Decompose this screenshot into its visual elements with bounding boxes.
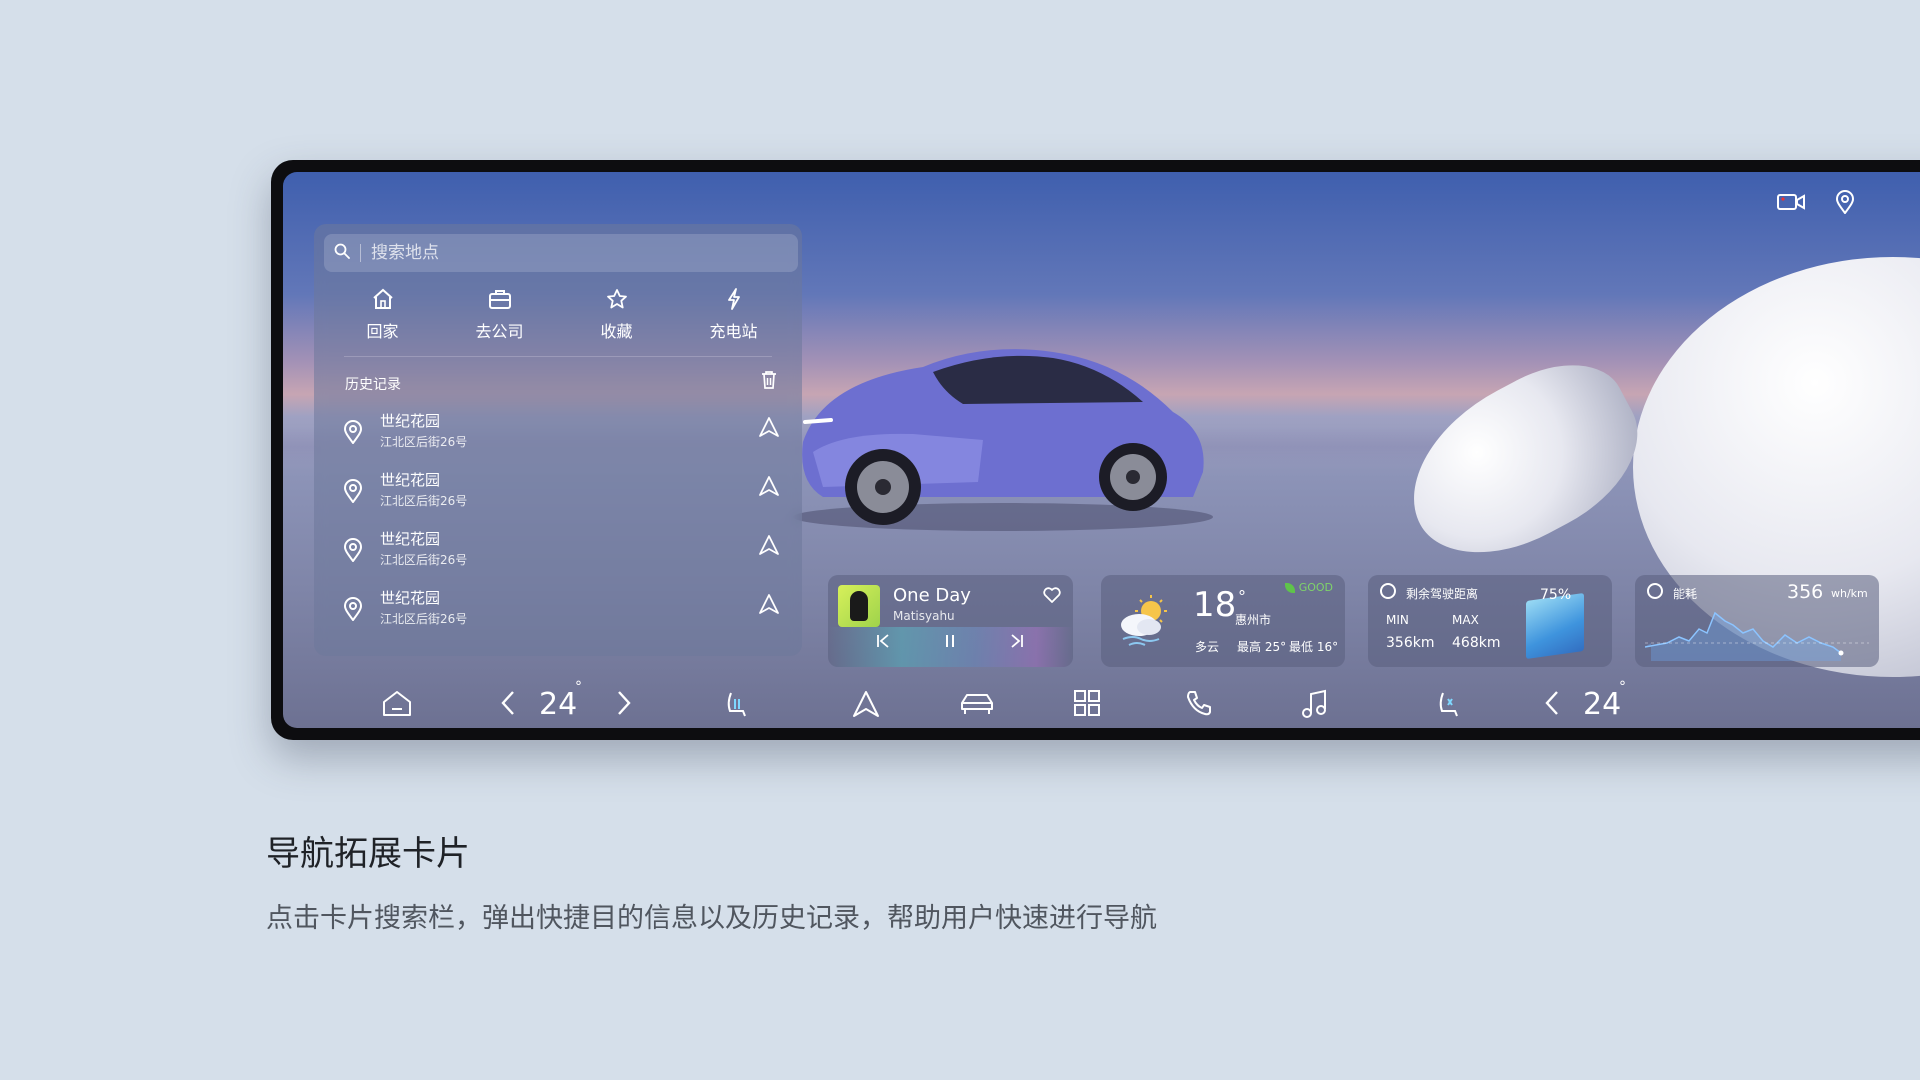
driving-range-card[interactable]: 剩余驾驶距离 MIN MAX 356km 468km 75% — [1368, 575, 1612, 667]
air-quality-text: GOOD — [1298, 581, 1333, 594]
location-icon[interactable] — [1835, 190, 1855, 220]
chevron-right-icon[interactable] — [615, 689, 633, 724]
search-bar[interactable] — [324, 234, 798, 272]
energy-title: 能耗 — [1673, 587, 1698, 601]
search-icon — [324, 243, 360, 263]
car-icon[interactable] — [959, 689, 995, 724]
range-max-label: MAX — [1452, 613, 1479, 627]
home-icon[interactable] — [381, 689, 413, 724]
temperature-unit: ° — [1238, 587, 1246, 606]
history-item[interactable]: 世纪花园 江北区后街26号 — [314, 406, 802, 465]
briefcase-icon — [455, 288, 545, 316]
weather-card[interactable]: 18 ° 惠州市 GOOD 多云 最高 25° 最低 16° — [1101, 575, 1345, 667]
city-name: 惠州市 — [1235, 613, 1272, 627]
song-artist: Matisyahu — [893, 609, 955, 623]
caption-subtitle: 点击卡片搜索栏，弹出快捷目的信息以及历史记录，帮助用户快速进行导航 — [266, 903, 1157, 934]
car-illustration — [793, 349, 1213, 531]
search-divider — [360, 244, 361, 262]
album-art — [838, 585, 880, 627]
nav-extension-card: 回家 去公司 收藏 充 — [314, 224, 802, 656]
quick-favorites-label: 收藏 — [600, 322, 633, 341]
seat-ventilation-icon[interactable] — [1433, 689, 1463, 726]
location-pin-icon — [343, 597, 367, 627]
bolt-icon — [689, 288, 779, 316]
star-icon — [572, 288, 662, 316]
range-title: 剩余驾驶距离 — [1406, 587, 1479, 601]
chevron-left-icon[interactable] — [499, 689, 517, 724]
temperature-value: 18 — [1193, 585, 1237, 625]
history-item[interactable]: 世纪花园 江北区后街26号 — [314, 465, 802, 524]
quick-work-button[interactable]: 去公司 — [455, 288, 545, 348]
camera-icon[interactable] — [1777, 192, 1805, 218]
history-title: 历史记录 — [345, 377, 401, 393]
quick-destinations: 回家 去公司 收藏 充电站 — [324, 288, 792, 348]
navigate-arrow-icon[interactable] — [758, 416, 780, 444]
quick-work-label: 去公司 — [475, 322, 524, 341]
cloudy-sun-icon — [1121, 595, 1167, 646]
music-note-icon[interactable] — [1301, 689, 1329, 726]
left-temperature: 24 — [539, 687, 578, 722]
history-item-address: 江北区后街26号 — [380, 494, 468, 508]
history-item-address: 江北区后街26号 — [380, 612, 468, 626]
bottom-dock: 24 ° 24 ° — [283, 677, 1920, 728]
history-item-address: 江北区后街26号 — [380, 435, 468, 449]
search-input[interactable] — [369, 242, 733, 264]
song-title: One Day — [893, 585, 971, 606]
battery-percent: 75% — [1540, 587, 1572, 603]
car-display: 回家 去公司 收藏 充 — [283, 172, 1920, 728]
seat-heating-icon[interactable] — [721, 689, 751, 726]
navigate-arrow-icon[interactable] — [758, 593, 780, 621]
section-divider — [344, 356, 772, 357]
air-quality-badge: GOOD — [1284, 581, 1333, 594]
location-pin-icon — [343, 420, 367, 450]
location-pin-icon — [343, 538, 367, 568]
chevron-left-icon-right-zone[interactable] — [1543, 689, 1561, 724]
navigate-arrow-icon[interactable] — [758, 475, 780, 503]
history-item-name: 世纪花园 — [380, 412, 441, 430]
apps-grid-icon[interactable] — [1073, 689, 1101, 724]
history-item-name: 世纪花园 — [380, 589, 441, 607]
range-max-value: 468km — [1452, 635, 1501, 651]
quick-home-label: 回家 — [366, 322, 399, 341]
range-min-label: MIN — [1386, 613, 1409, 627]
previous-icon[interactable] — [876, 633, 890, 654]
next-icon[interactable] — [1010, 633, 1024, 654]
navigation-icon[interactable] — [851, 689, 881, 726]
right-temperature-unit: ° — [1619, 679, 1626, 695]
energy-unit: wh/km — [1831, 587, 1868, 600]
quick-charging-button[interactable]: 充电站 — [689, 288, 779, 348]
quick-favorites-button[interactable]: 收藏 — [572, 288, 662, 348]
pause-icon[interactable] — [943, 633, 957, 654]
trash-icon[interactable] — [760, 370, 778, 395]
leaf-icon — [1284, 583, 1295, 593]
car-display-bezel: 回家 去公司 收藏 充 — [271, 160, 1920, 740]
sculpture-shell — [1381, 339, 1665, 585]
energy-consumption-card[interactable]: 能耗 356 wh/km — [1635, 575, 1879, 667]
home-icon — [338, 288, 428, 316]
range-gauge-icon — [1380, 583, 1396, 599]
navigate-arrow-icon[interactable] — [758, 534, 780, 562]
history-item[interactable]: 世纪花园 江北区后街26号 — [314, 524, 802, 583]
phone-icon[interactable] — [1185, 689, 1213, 724]
quick-home-button[interactable]: 回家 — [338, 288, 428, 348]
temperature-high: 最高 25° — [1237, 640, 1287, 654]
energy-sparkline — [1645, 611, 1869, 661]
history-list: 世纪花园 江北区后街26号 世纪花园 江北区后街26号 世纪花园 江北区后街26… — [314, 406, 802, 642]
history-item-address: 江北区后街26号 — [380, 553, 468, 567]
right-temperature: 24 — [1583, 687, 1622, 722]
history-item[interactable]: 世纪花园 江北区后街26号 — [314, 583, 802, 642]
energy-value: 356 — [1787, 581, 1824, 603]
history-item-name: 世纪花园 — [380, 530, 441, 548]
caption-title: 导航拓展卡片 — [266, 834, 470, 874]
weather-condition: 多云 — [1195, 640, 1220, 654]
music-card[interactable]: One Day Matisyahu — [828, 575, 1073, 667]
heart-icon[interactable] — [1043, 587, 1061, 608]
range-min-value: 356km — [1386, 635, 1435, 651]
history-item-name: 世纪花园 — [380, 471, 441, 489]
left-temperature-unit: ° — [575, 679, 582, 695]
temperature-low: 最低 16° — [1289, 640, 1339, 654]
location-pin-icon — [343, 479, 367, 509]
quick-charging-label: 充电站 — [709, 322, 758, 341]
energy-gauge-icon — [1647, 583, 1663, 599]
